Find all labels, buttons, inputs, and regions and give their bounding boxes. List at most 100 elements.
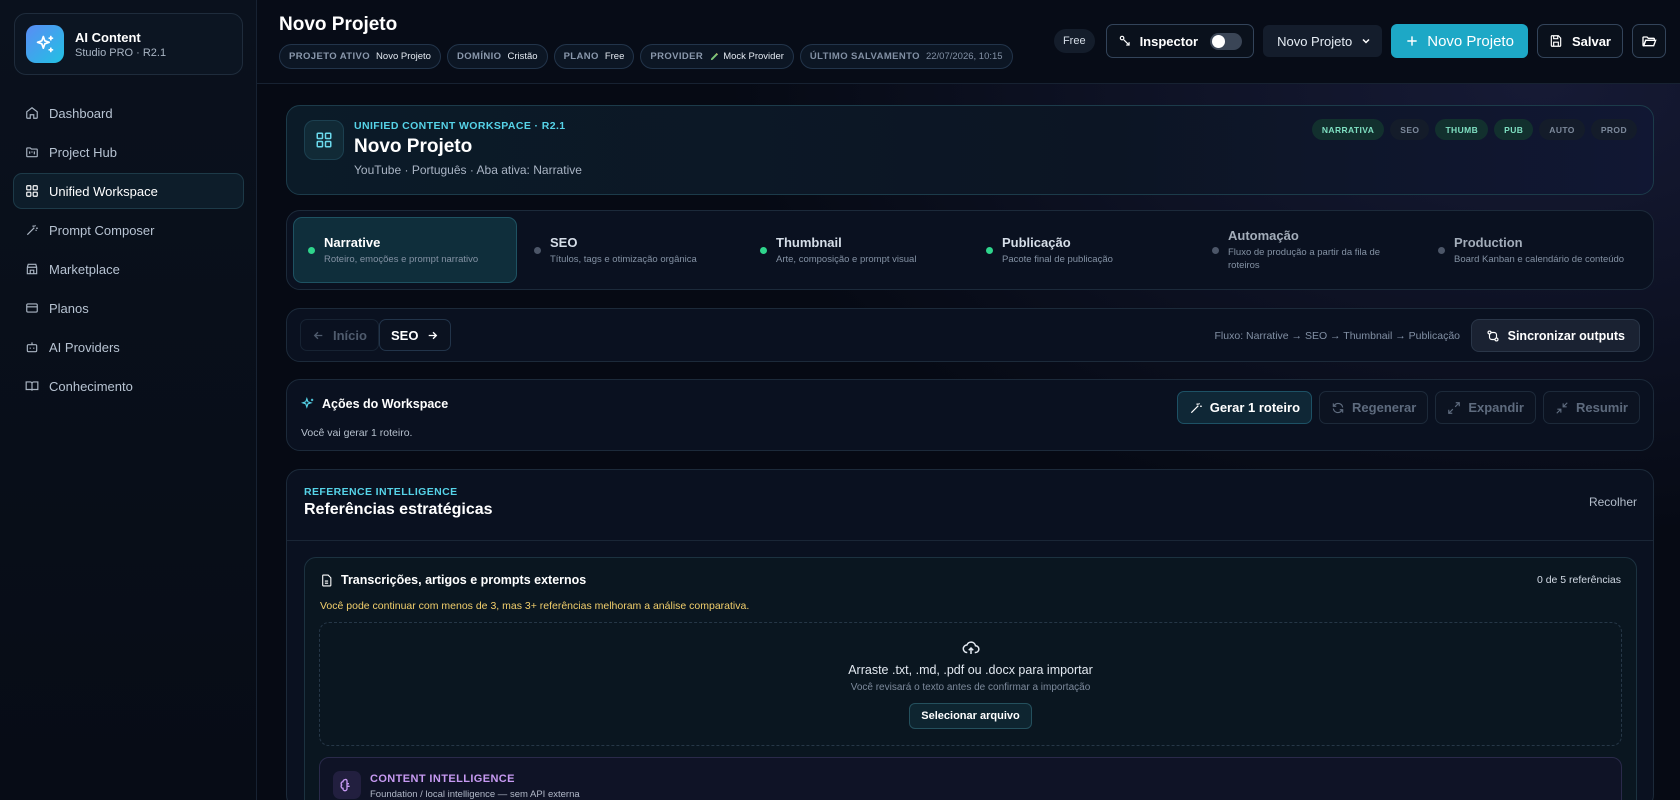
chip-value: 22/07/2026, 10:15 — [925, 51, 1003, 62]
chip-domain: DOMÍNIO Cristão — [446, 44, 548, 69]
credit-card-icon — [26, 303, 38, 313]
status-dot — [986, 246, 993, 254]
sidebar-item-unified-workspace[interactable]: Unified Workspace — [13, 173, 244, 209]
page-title: Novo Projeto — [279, 14, 398, 35]
divider — [287, 540, 1653, 541]
tab-label: Production — [1454, 234, 1523, 250]
summarize-button[interactable]: Resumir — [1542, 391, 1640, 424]
chip-key: PROJETO ATIVO — [289, 51, 371, 62]
collapse-button[interactable]: Recolher — [1589, 495, 1637, 509]
previous-step-button[interactable]: Início — [300, 319, 379, 351]
regenerate-label: Regenerar — [1352, 400, 1417, 415]
chip-value: Free — [604, 51, 625, 62]
tab-publicacao[interactable]: Publicação Pacote final de publicação — [971, 217, 1195, 283]
inspector-icon — [1119, 35, 1130, 46]
flow-navigation: Início SEO Fluxo: Narrative → SEO → Thum… — [286, 308, 1654, 362]
project-select[interactable]: Novo Projeto — [1263, 25, 1383, 57]
sidebar-item-label: Prompt Composer — [49, 222, 155, 238]
sidebar-nav: Dashboard Project Hub Unified Workspace … — [13, 95, 244, 407]
chip-value: Mock Provider — [723, 51, 784, 62]
file-dropzone[interactable]: Arraste .txt, .md, .pdf ou .docx para im… — [319, 622, 1622, 746]
arrow-right-icon — [429, 331, 438, 339]
brain-icon — [333, 771, 361, 799]
sidebar-item-label: Project Hub — [49, 144, 117, 160]
stage-tag-seo: SEO — [1390, 119, 1430, 140]
brand-subtitle: Studio PRO · R2.1 — [75, 46, 167, 59]
chip-value: Novo Projeto — [376, 51, 431, 62]
sidebar-item-prompt-composer[interactable]: Prompt Composer — [13, 212, 244, 248]
refs-title: Referências estratégicas — [304, 501, 493, 518]
expand-button[interactable]: Expandir — [1435, 391, 1536, 424]
flow-description: Fluxo: Narrative → SEO → Thumbnail → Pub… — [1214, 330, 1460, 342]
sync-outputs-button[interactable]: Sincronizar outputs — [1470, 319, 1640, 352]
inspector-label: Inspector — [1139, 33, 1199, 49]
folder-open-icon — [1642, 36, 1657, 47]
tab-label: Thumbnail — [776, 234, 842, 250]
next-step-button[interactable]: SEO — [379, 319, 452, 351]
select-file-button[interactable]: Selecionar arquivo — [909, 703, 1032, 729]
tab-seo[interactable]: SEO Títulos, tags e otimização orgânica — [519, 217, 743, 283]
sidebar-item-project-hub[interactable]: Project Hub — [13, 134, 244, 170]
sidebar-item-ai-providers[interactable]: AI Providers — [13, 329, 244, 365]
next-step-label: SEO — [391, 327, 419, 343]
store-icon — [26, 263, 38, 275]
tab-narrative[interactable]: Narrative Roteiro, emoções e prompt narra… — [293, 217, 517, 283]
pencil-icon — [711, 52, 719, 61]
sidebar-item-dashboard[interactable]: Dashboard — [13, 95, 244, 131]
stage-tag-thumb: THUMB — [1435, 119, 1489, 140]
chip-provider: PROVIDER Mock Provider — [640, 44, 794, 69]
file-text-icon — [322, 574, 332, 586]
content-intelligence-title: CONTENT INTELLIGENCE — [370, 773, 515, 785]
plus-icon — [1407, 36, 1417, 46]
sidebar-item-label: Unified Workspace — [49, 183, 158, 199]
chip-key: DOMÍNIO — [456, 51, 502, 62]
new-project-label: Novo Projeto — [1427, 32, 1514, 50]
chip-value: Cristão — [507, 51, 538, 62]
workspace-actions: Ações do Workspace Você vai gerar 1 rote… — [286, 379, 1654, 451]
sidebar-item-conhecimento[interactable]: Conhecimento — [13, 368, 244, 404]
minimize-icon — [1556, 401, 1568, 414]
sync-outputs-label: Sincronizar outputs — [1507, 328, 1625, 343]
inspector-switch[interactable] — [1210, 32, 1243, 50]
book-icon — [25, 381, 39, 391]
brand-card[interactable]: AI Content Studio PRO · R2.1 — [14, 13, 243, 75]
open-folder-button[interactable] — [1632, 24, 1666, 58]
dropzone-hint: Você revisará o texto antes de confirmar… — [850, 682, 1091, 693]
actions-description: Você vai gerar 1 roteiro. — [301, 427, 413, 439]
sidebar-item-planos[interactable]: Planos — [13, 290, 244, 326]
sidebar-item-label: Conhecimento — [49, 378, 133, 394]
new-project-button[interactable]: Novo Projeto — [1391, 24, 1528, 58]
sidebar-item-label: Dashboard — [49, 105, 113, 121]
reference-warning: Você pode continuar com menos de 3, mas … — [320, 600, 750, 612]
actions-title: Ações do Workspace — [301, 397, 448, 411]
grid-icon — [304, 120, 344, 160]
tab-thumbnail[interactable]: Thumbnail Arte, composição e prompt visua… — [745, 217, 969, 283]
stage-tag-prod: PROD — [1590, 119, 1637, 140]
chip-active-project: PROJETO ATIVO Novo Projeto — [279, 44, 441, 69]
sidebar-item-label: AI Providers — [49, 339, 120, 355]
tab-automacao[interactable]: Automação Fluxo de produção a partir da f… — [1197, 217, 1421, 283]
save-button[interactable]: Salvar — [1536, 24, 1623, 58]
tab-desc: Roteiro, emoções e prompt narrativo — [324, 253, 479, 265]
workspace-hero: UNIFIED CONTENT WORKSPACE · R2.1 Novo Pr… — [286, 105, 1654, 195]
wand-icon — [26, 224, 38, 236]
stage-tag-narrativa: NARRATIVA — [1311, 119, 1385, 140]
tab-desc: Pacote final de publicação — [1002, 253, 1113, 265]
sparkles-icon — [301, 397, 314, 409]
sidebar-item-marketplace[interactable]: Marketplace — [13, 251, 244, 287]
status-dot — [1212, 246, 1219, 254]
sidebar: AI Content Studio PRO · R2.1 Dashboard P… — [0, 0, 257, 800]
tab-desc: Board Kanban e calendário de conteúdo — [1454, 253, 1625, 265]
summarize-label: Resumir — [1575, 400, 1628, 415]
regenerate-button[interactable]: Regenerar — [1319, 391, 1429, 424]
inspector-toggle-button[interactable]: Inspector — [1105, 24, 1255, 58]
chip-key: PLANO — [563, 51, 599, 62]
tab-production[interactable]: Production Board Kanban e calendário de c… — [1423, 217, 1647, 283]
expand-icon — [1448, 401, 1461, 414]
chip-plan: PLANO Free — [553, 44, 635, 69]
sidebar-item-label: Planos — [49, 300, 89, 316]
top-bar: Novo Projeto PROJETO ATIVO Novo Projeto D… — [257, 0, 1680, 84]
generate-script-button[interactable]: Gerar 1 roteiro — [1176, 391, 1313, 424]
save-label: Salvar — [1571, 33, 1611, 49]
sidebar-item-label: Marketplace — [49, 261, 120, 277]
